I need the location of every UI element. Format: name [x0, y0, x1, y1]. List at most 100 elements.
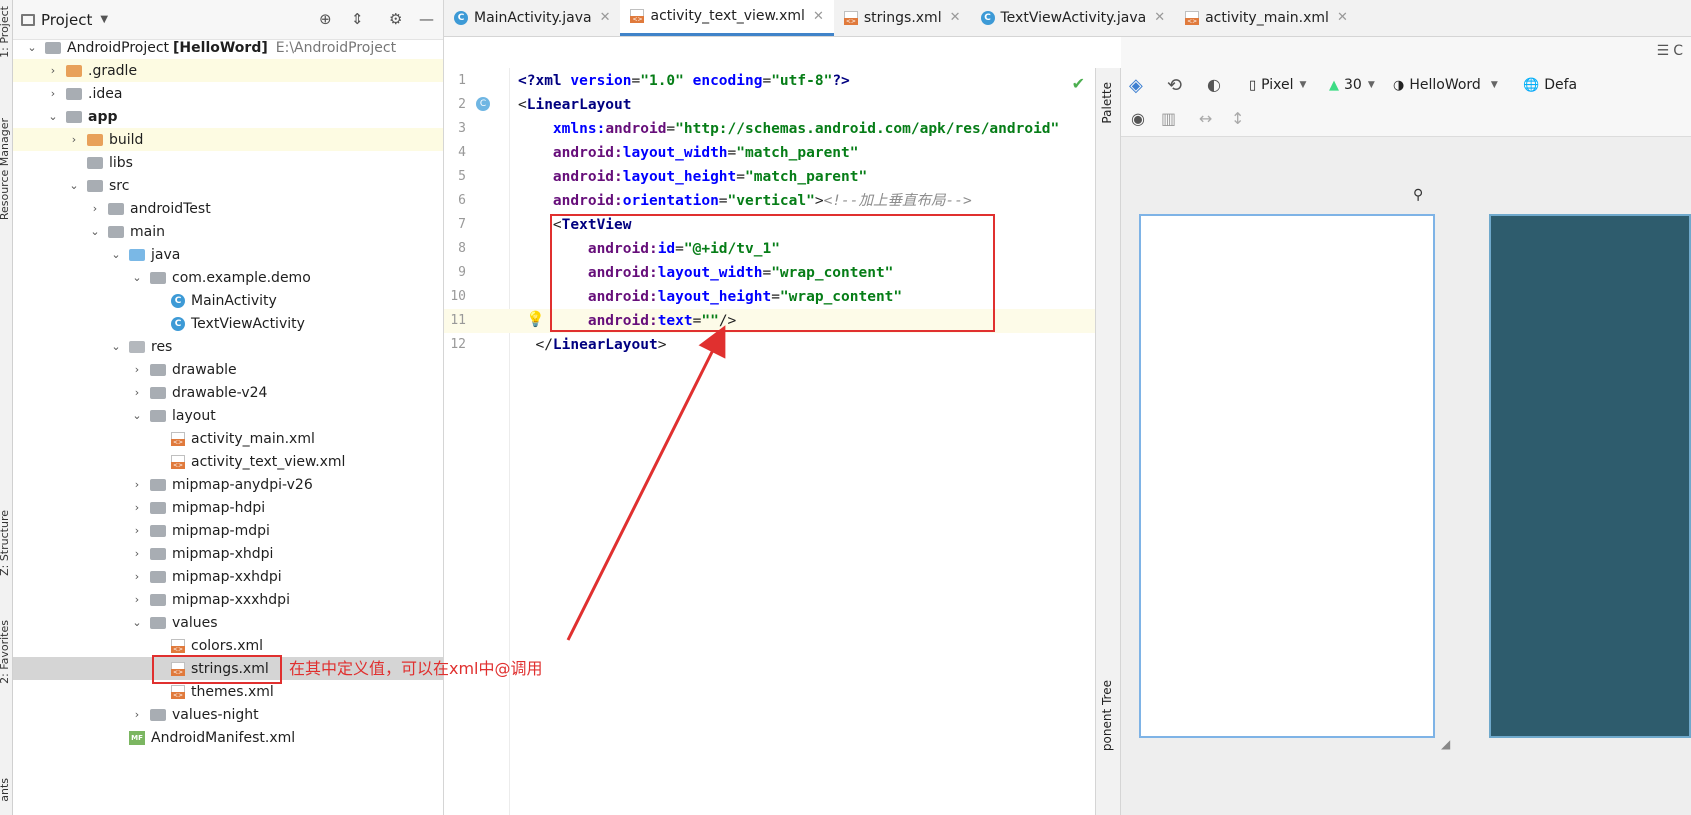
tree-item[interactable]: › mipmap-xxxhdpi	[13, 588, 443, 611]
tree-item[interactable]: › mipmap-xhdpi	[13, 542, 443, 565]
chevron-right-icon[interactable]: ›	[130, 570, 144, 583]
chevron-down-icon[interactable]: ⌄	[46, 110, 60, 123]
editor-tab[interactable]: C MainActivity.java ✕	[444, 0, 620, 36]
code-editor[interactable]: ✔ 1 <?xml version="1.0" encoding="utf-8"?…	[444, 68, 1095, 815]
design-canvas[interactable]: ⚲ ◢	[1121, 137, 1691, 815]
tree-item[interactable]: ⌄ java	[13, 243, 443, 266]
tree-item[interactable]: activity_main.xml	[13, 427, 443, 450]
tree-item[interactable]: › mipmap-hdpi	[13, 496, 443, 519]
code-line[interactable]: 6 android:orientation="vertical"><!--加上垂…	[444, 189, 1095, 213]
close-icon[interactable]: ✕	[1337, 10, 1348, 25]
chevron-down-icon[interactable]: ⌄	[25, 41, 39, 54]
editor-tab[interactable]: activity_main.xml ✕	[1175, 0, 1358, 36]
tree-item[interactable]: ⌄ values	[13, 611, 443, 634]
close-icon[interactable]: ✕	[813, 9, 824, 24]
code-line[interactable]: 12 </LinearLayout>	[444, 333, 1095, 357]
chevron-right-icon[interactable]: ›	[130, 708, 144, 721]
tree-item[interactable]: › .gradle	[13, 59, 443, 82]
component-tree-tab[interactable]: ponent Tree	[1100, 680, 1114, 751]
tree-item[interactable]: C TextViewActivity	[13, 312, 443, 335]
resize-handle-icon[interactable]: ◢	[1441, 737, 1450, 751]
code-line[interactable]: 2 <LinearLayout	[444, 93, 1095, 117]
api-selector[interactable]: ▲ 30 ▼	[1329, 77, 1375, 93]
chevron-down-icon[interactable]: ⌄	[109, 248, 123, 261]
tree-item[interactable]: ⌄ com.example.demo	[13, 266, 443, 289]
editor-tab[interactable]: C TextViewActivity.java ✕	[971, 0, 1176, 36]
eye-icon[interactable]: ◉	[1131, 109, 1145, 128]
night-mode-icon[interactable]: ◐	[1207, 75, 1221, 94]
tree-item[interactable]: › drawable	[13, 358, 443, 381]
chevron-right-icon[interactable]: ›	[130, 363, 144, 376]
tree-item[interactable]: › mipmap-mdpi	[13, 519, 443, 542]
close-icon[interactable]: ✕	[1154, 10, 1165, 25]
blueprint-preview[interactable]	[1489, 214, 1691, 738]
chevron-right-icon[interactable]: ›	[46, 87, 60, 100]
vertical-resize-icon[interactable]: ↕	[1231, 109, 1244, 128]
margins-icon[interactable]: ▥	[1161, 109, 1176, 128]
locale-selector[interactable]: 🌐 Defa	[1523, 77, 1577, 93]
chevron-down-icon[interactable]: ⌄	[67, 179, 81, 192]
chevron-right-icon[interactable]: ›	[88, 202, 102, 215]
tree-item[interactable]: activity_text_view.xml	[13, 450, 443, 473]
code-line[interactable]: 3 xmlns:android="http://schemas.android.…	[444, 117, 1095, 141]
tree-item[interactable]: › drawable-v24	[13, 381, 443, 404]
locate-icon[interactable]: ⊕	[319, 10, 332, 28]
tree-item[interactable]: › .idea	[13, 82, 443, 105]
chevron-down-icon[interactable]: ⌄	[130, 409, 144, 422]
tree-item[interactable]: › androidTest	[13, 197, 443, 220]
palette-tab[interactable]: Palette	[1100, 82, 1114, 124]
chevron-down-icon[interactable]: ⌄	[109, 340, 123, 353]
code-line[interactable]: 1 <?xml version="1.0" encoding="utf-8"?>	[444, 69, 1095, 93]
cut-off-control[interactable]: ☰ C	[1657, 43, 1683, 59]
tree-item[interactable]: ⌄ res	[13, 335, 443, 358]
editor-tab[interactable]: strings.xml ✕	[834, 0, 971, 36]
code-line[interactable]: 5 android:layout_height="match_parent"	[444, 165, 1095, 189]
collapse-all-icon[interactable]: ⇕	[351, 10, 364, 28]
tree-item[interactable]: ⌄ app	[13, 105, 443, 128]
chevron-right-icon[interactable]: ›	[130, 547, 144, 560]
editor-tab[interactable]: activity_text_view.xml ✕	[620, 0, 834, 36]
tree-item[interactable]: ⌄ main	[13, 220, 443, 243]
tool-tab-project[interactable]: 1: Project	[0, 6, 11, 58]
chevron-right-icon[interactable]: ›	[67, 133, 81, 146]
chevron-right-icon[interactable]: ›	[46, 64, 60, 77]
minimize-icon[interactable]: —	[419, 10, 434, 28]
tree-item[interactable]: ⌄ src	[13, 174, 443, 197]
code-line[interactable]: 4 android:layout_width="match_parent"	[444, 141, 1095, 165]
chevron-down-icon[interactable]: ⌄	[130, 616, 144, 629]
theme-selector[interactable]: ◑ HelloWord ▼	[1393, 77, 1498, 93]
tool-tab-variants[interactable]: ants	[0, 778, 11, 802]
tree-item[interactable]: › build	[13, 128, 443, 151]
chevron-down-icon[interactable]: ⌄	[88, 225, 102, 238]
tool-tab-favorites[interactable]: 2: Favorites	[0, 620, 11, 684]
tool-tab-structure[interactable]: Z: Structure	[0, 510, 11, 576]
close-icon[interactable]: ✕	[600, 10, 611, 25]
tree-item[interactable]: C MainActivity	[13, 289, 443, 312]
tree-item[interactable]: ⌄ AndroidProject [HelloWord] E:\AndroidProj…	[13, 36, 443, 59]
horizontal-resize-icon[interactable]: ↔	[1199, 109, 1212, 128]
tree-item[interactable]: colors.xml	[13, 634, 443, 657]
design-preview[interactable]	[1139, 214, 1435, 738]
chevron-right-icon[interactable]: ›	[130, 524, 144, 537]
tree-item[interactable]: libs	[13, 151, 443, 174]
tree-item[interactable]: › values-night	[13, 703, 443, 726]
layers-icon[interactable]: ◈	[1129, 75, 1143, 96]
tree-item[interactable]: › mipmap-anydpi-v26	[13, 473, 443, 496]
chevron-right-icon[interactable]: ›	[130, 501, 144, 514]
dropdown-chevron-icon[interactable]: ▼	[100, 14, 108, 25]
chevron-right-icon[interactable]: ›	[130, 478, 144, 491]
chevron-right-icon[interactable]: ›	[130, 386, 144, 399]
project-panel-title[interactable]: Project	[41, 11, 92, 29]
tree-item[interactable]: MF AndroidManifest.xml	[13, 726, 443, 749]
tree-item[interactable]: › mipmap-xxhdpi	[13, 565, 443, 588]
device-selector[interactable]: ▯ Pixel ▼	[1249, 77, 1306, 93]
gear-icon[interactable]: ⚙	[389, 10, 402, 28]
class-gutter-icon[interactable]: C	[476, 97, 490, 111]
tree-item[interactable]: ⌄ layout	[13, 404, 443, 427]
tool-tab-resource-manager[interactable]: Resource Manager	[0, 118, 11, 220]
close-icon[interactable]: ✕	[950, 10, 961, 25]
lightbulb-icon[interactable]: 💡	[526, 310, 545, 328]
chevron-down-icon[interactable]: ⌄	[130, 271, 144, 284]
chevron-right-icon[interactable]: ›	[130, 593, 144, 606]
orientation-icon[interactable]: ⟲	[1167, 75, 1182, 96]
